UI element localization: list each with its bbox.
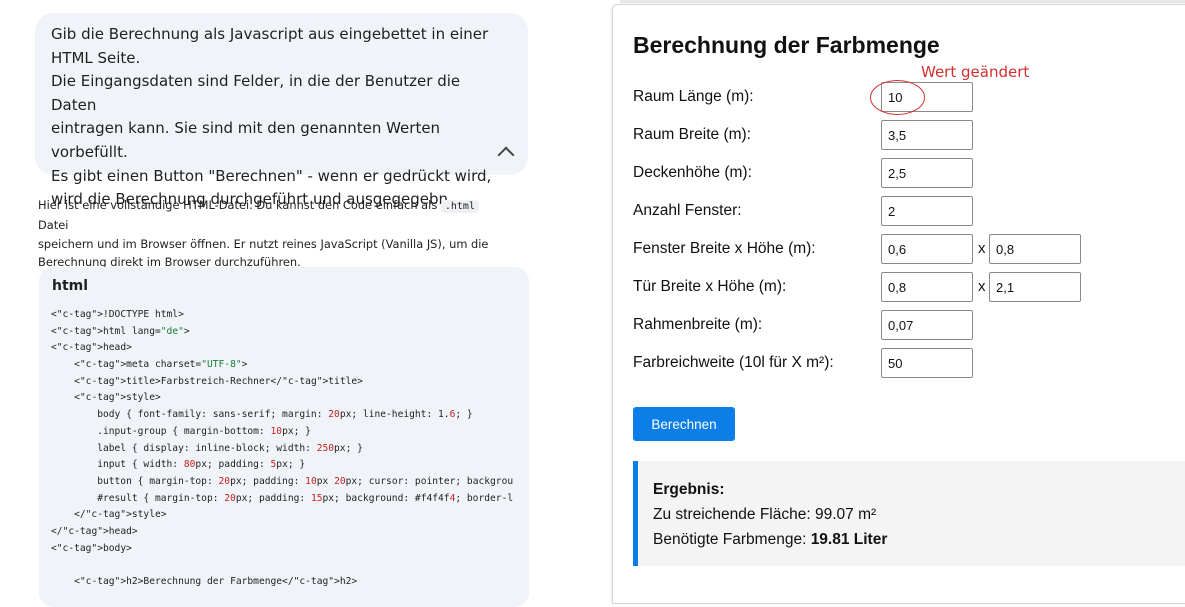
prompt-line: Die Eingangsdaten sind Felder, in die de… — [51, 72, 461, 114]
result-label: Benötigte Farbmenge: — [653, 531, 811, 548]
fenster-hoehe-input[interactable] — [989, 234, 1081, 264]
code-line: #result { margin-top: 20px; padding: 15p… — [51, 492, 514, 504]
user-prompt-bubble: Gib die Berechnung als Javascript aus ei… — [35, 13, 528, 208]
result-heading: Ergebnis: — [653, 481, 725, 498]
annotation-circle — [870, 80, 925, 115]
reichweite-input[interactable] — [881, 348, 973, 378]
prompt-line: Gib die Berechnung als Javascript aus ei… — [51, 25, 489, 43]
fenster-anzahl-input[interactable] — [881, 196, 973, 226]
rahmen-input[interactable] — [881, 310, 973, 340]
input-group-rahmen: Rahmenbreite (m): — [633, 310, 1185, 340]
inline-code: .html — [440, 200, 479, 213]
input-group-fenster-anzahl: Anzahl Fenster: — [633, 196, 1185, 226]
result-label: Zu streichende Fläche: — [653, 506, 815, 523]
answer-paragraph: Hier ist eine vollständige HTML-Datei. D… — [38, 196, 503, 271]
field-label: Rahmenbreite (m): — [633, 316, 763, 333]
chevron-up-icon[interactable] — [497, 146, 515, 164]
code-language-label: html — [52, 278, 89, 294]
breite-input[interactable] — [881, 120, 973, 150]
code-line: input { width: 80px; padding: 5px; } — [51, 459, 306, 471]
chat-pane: Gib die Berechnung als Javascript aus ei… — [0, 0, 545, 607]
code-line: <"c-tag">html lang="de"> — [51, 325, 190, 337]
result-paint-value: 19.81 Liter — [810, 531, 888, 548]
code-line: label { display: inline-block; width: 25… — [51, 442, 363, 454]
times-separator: x — [978, 278, 986, 295]
hoehe-input[interactable] — [881, 158, 973, 188]
fenster-breite-input[interactable] — [881, 234, 973, 264]
code-line: </"c-tag">style> — [51, 509, 167, 521]
field-label: Raum Breite (m): — [633, 126, 751, 143]
code-line: button { margin-top: 20px; padding: 10px… — [51, 475, 514, 487]
field-label: Deckenhöhe (m): — [633, 164, 752, 181]
field-label: Farbreichweite (10l für X m²): — [633, 354, 834, 371]
code-content: <"c-tag">!DOCTYPE html> <"c-tag">html lan… — [51, 307, 529, 591]
result-area-value: 99.07 m² — [814, 506, 877, 523]
input-group-hoehe: Deckenhöhe (m): — [633, 158, 1185, 188]
input-group-breite: Raum Breite (m): — [633, 120, 1185, 150]
code-line: <"c-tag">h2>Berechnung der Farbmenge</"c… — [51, 576, 358, 587]
prompt-line: eintragen kann. Sie sind mit den genannt… — [51, 119, 441, 161]
prompt-line: Es gibt einen Button "Berechnen" - wenn … — [51, 166, 492, 185]
answer-text-part: Hier ist eine vollständige HTML-Datei. D… — [38, 198, 441, 212]
result-area-line: Zu streichende Fläche: 99.07 m² — [653, 502, 1185, 527]
code-line: <"c-tag">title>Farbstreich-Rechner</"c-t… — [51, 375, 363, 387]
field-label: Tür Breite x Höhe (m): — [633, 278, 787, 295]
input-group-reichweite: Farbreichweite (10l für X m²): — [633, 348, 1185, 378]
code-line: <"c-tag">meta charset="UTF-8"> — [51, 359, 248, 371]
input-group-fenster: Fenster Breite x Höhe (m): x — [633, 234, 1185, 264]
rendered-page: Berechnung der Farbmenge Wert geändert R… — [612, 4, 1185, 604]
prompt-line: HTML Seite. — [51, 48, 141, 67]
page-title: Berechnung der Farbmenge — [633, 32, 940, 58]
code-line: .input-group { margin-bottom: 10px; } — [51, 425, 311, 437]
input-group-tuer: Tür Breite x Höhe (m): x — [633, 272, 1185, 302]
berechnen-button[interactable]: Berechnen — [633, 407, 735, 441]
code-line: <"c-tag">body> — [51, 542, 132, 554]
field-label: Anzahl Fenster: — [633, 202, 742, 219]
result-paint-line: Benötigte Farbmenge: 19.81 Liter — [653, 527, 1185, 552]
field-label: Raum Länge (m): — [633, 88, 754, 105]
tuer-breite-input[interactable] — [881, 272, 973, 302]
browser-edge — [620, 0, 1185, 3]
code-block: html <"c-tag">!DOCTYPE html> <"c-tag">htm… — [39, 267, 529, 607]
code-line: <"c-tag">head> — [51, 342, 132, 354]
tuer-hoehe-input[interactable] — [989, 272, 1081, 302]
result-box: Ergebnis: Zu streichende Fläche: 99.07 m… — [633, 461, 1185, 566]
field-label: Fenster Breite x Höhe (m): — [633, 240, 816, 257]
times-separator: x — [978, 240, 986, 257]
code-line: <"c-tag">style> — [51, 392, 161, 404]
annotation-text: Wert geändert — [921, 63, 1030, 81]
answer-text-part: Datei — [38, 218, 69, 233]
code-line: body { font-family: sans-serif; margin: … — [51, 409, 473, 421]
code-line: <"c-tag">!DOCTYPE html> — [51, 309, 184, 320]
code-line: </"c-tag">head> — [51, 525, 138, 537]
answer-line: speichern und im Browser öffnen. Er nutz… — [38, 236, 489, 251]
